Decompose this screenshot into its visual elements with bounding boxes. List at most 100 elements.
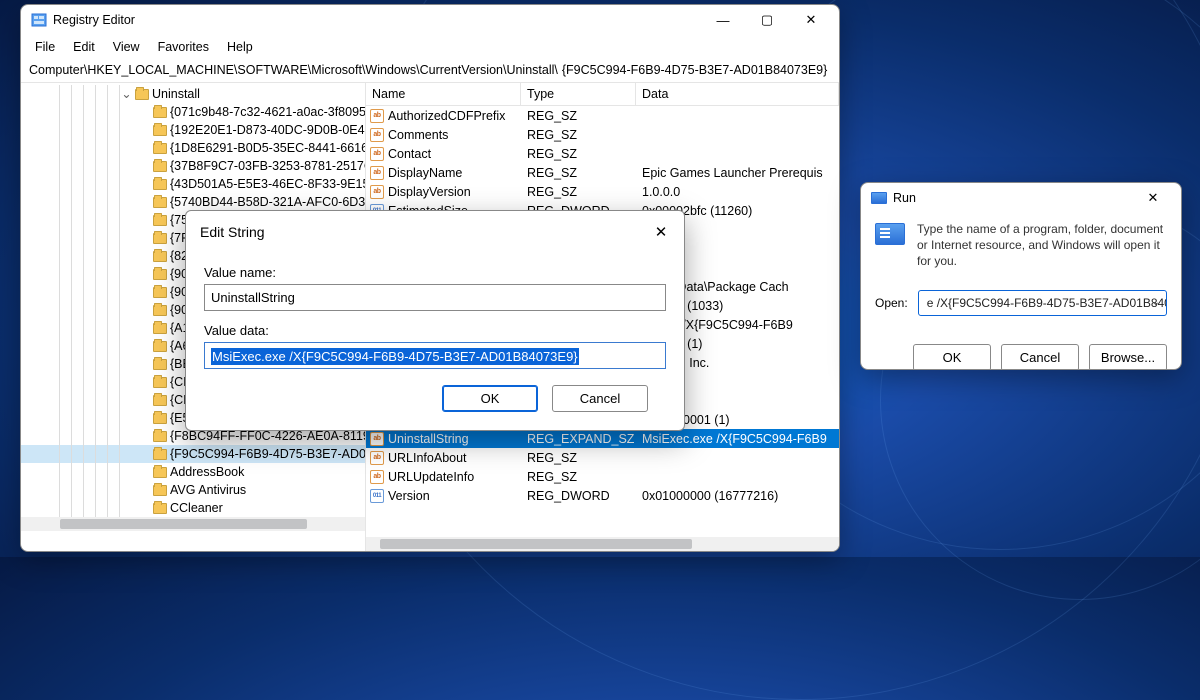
tree-item[interactable]: {1D8E6291-B0D5-35EC-8441-6616F5 [21,139,365,157]
folder-icon [153,215,167,226]
tree-item-label: AVG Antivirus [170,481,246,499]
close-icon[interactable]: ✕ [648,219,674,245]
tree-item[interactable]: CCleaner [21,499,365,517]
value-row[interactable]: DisplayVersionREG_SZ1.0.0.0 [366,182,839,201]
tree-item-label: {192E20E1-D873-40DC-9D0B-0E46E [170,121,366,139]
tree-item-label: {071c9b48-7c32-4621-a0ac-3f80952 [170,103,366,121]
folder-icon [153,251,167,262]
folder-icon [153,413,167,424]
chevron-down-icon[interactable]: ⌄ [1152,297,1160,308]
run-title: Run [893,191,916,205]
folder-icon [153,503,167,514]
value-type: REG_EXPAND_SZ [521,432,636,446]
value-name: URLInfoAbout [388,451,467,465]
maximize-button[interactable]: ▢ [745,5,789,35]
tree-item[interactable]: {F9C5C994-F6B9-4D75-B3E7-AD01B [21,445,365,463]
ok-button[interactable]: OK [442,385,538,412]
tree-item[interactable]: {43D501A5-E5E3-46EC-8F33-9E15D2 [21,175,365,193]
regedit-icon [31,12,47,28]
open-command-text: e /X{F9C5C994-F6B9-4D75-B3E7-AD01B84073E… [927,296,1167,310]
value-row[interactable]: DisplayNameREG_SZEpic Games Launcher Pre… [366,163,839,182]
folder-icon [153,485,167,496]
tree-item-label: {37B8F9C7-03FB-3253-8781-2517C9 [170,157,366,175]
tree-item[interactable]: {071c9b48-7c32-4621-a0ac-3f80952 [21,103,365,121]
menu-help[interactable]: Help [219,37,261,57]
value-string-icon [370,470,384,484]
menu-view[interactable]: View [105,37,148,57]
tree-label: Uninstall [152,85,200,103]
close-icon[interactable]: ✕ [1131,183,1175,213]
tree-item[interactable]: {192E20E1-D873-40DC-9D0B-0E46E [21,121,365,139]
value-name: UninstallString [388,432,469,446]
tree-item-label: {43D501A5-E5E3-46EC-8F33-9E15D2 [170,175,366,193]
cancel-button[interactable]: Cancel [1001,344,1079,370]
column-headers[interactable]: Name Type Data [366,83,839,106]
folder-icon [153,179,167,190]
tree-item-label: AddressBook [170,463,244,481]
regedit-title: Registry Editor [53,13,135,27]
value-type: REG_SZ [521,166,636,180]
value-name: Version [388,489,430,503]
folder-icon [153,107,167,118]
value-type: REG_SZ [521,185,636,199]
address-path: Computer\HKEY_LOCAL_MACHINE\SOFTWARE\Mic… [29,63,558,77]
tree-node-uninstall[interactable]: ⌄ Uninstall [21,85,365,103]
folder-icon [153,377,167,388]
tree-hscroll[interactable] [21,517,365,531]
col-type[interactable]: Type [521,83,636,105]
col-name[interactable]: Name [366,83,521,105]
folder-icon [153,143,167,154]
value-row[interactable]: CommentsREG_SZ [366,125,839,144]
cancel-button[interactable]: Cancel [552,385,648,412]
browse-button[interactable]: Browse... [1089,344,1167,370]
open-label: Open: [875,296,908,310]
value-row[interactable]: VersionREG_DWORD0x01000000 (16777216) [366,486,839,505]
value-name: AuthorizedCDFPrefix [388,109,505,123]
value-name-input[interactable] [204,284,666,311]
value-data: MsiExec.exe /X{F9C5C994-F6B9 [636,432,839,446]
value-type: REG_SZ [521,470,636,484]
value-row[interactable]: AuthorizedCDFPrefixREG_SZ [366,106,839,125]
tree-item-label: {1D8E6291-B0D5-35EC-8441-6616F5 [170,139,366,157]
folder-icon [153,449,167,460]
value-row[interactable]: ContactREG_SZ [366,144,839,163]
tree-item[interactable]: {5740BD44-B58D-321A-AFC0-6D3D [21,193,365,211]
folder-icon [153,341,167,352]
regedit-titlebar[interactable]: Registry Editor — ▢ ✕ [21,5,839,35]
values-hscroll[interactable] [366,537,839,551]
value-name: Contact [388,147,431,161]
folder-icon [153,359,167,370]
folder-icon [153,269,167,280]
ok-button[interactable]: OK [913,344,991,370]
menu-file[interactable]: File [27,37,63,57]
tree-item[interactable]: AVG Antivirus [21,481,365,499]
run-description: Type the name of a program, folder, docu… [917,221,1167,270]
value-row[interactable]: UninstallString REG_EXPAND_SZMsiExec.exe … [366,429,839,448]
col-data[interactable]: Data [636,83,839,105]
regedit-address-bar[interactable]: Computer\HKEY_LOCAL_MACHINE\SOFTWARE\Mic… [21,59,839,83]
value-string-icon [370,185,384,199]
value-row[interactable]: URLInfoAbout REG_SZ [366,448,839,467]
run-dialog: Run ✕ Type the name of a program, folder… [860,182,1182,370]
value-type: REG_SZ [521,451,636,465]
edit-string-title: Edit String [200,224,648,240]
edit-string-dialog: Edit String ✕ Value name: Value data: Ms… [185,210,685,431]
value-name: URLUpdateInfo [388,470,474,484]
tree-item[interactable]: {37B8F9C7-03FB-3253-8781-2517C9 [21,157,365,175]
regedit-menubar: FileEditViewFavoritesHelp [21,35,839,59]
menu-edit[interactable]: Edit [65,37,103,57]
value-string-icon [370,109,384,123]
folder-icon [153,125,167,136]
tree-item-label: {5740BD44-B58D-321A-AFC0-6D3D [170,193,366,211]
tree-item[interactable]: AddressBook [21,463,365,481]
value-data-input[interactable] [204,342,666,369]
open-combobox[interactable]: e /X{F9C5C994-F6B9-4D75-B3E7-AD01B84073E… [918,290,1167,316]
run-large-icon [875,223,905,245]
minimize-button[interactable]: — [701,5,745,35]
value-row[interactable]: URLUpdateInfo REG_SZ [366,467,839,486]
tree-item-label: {F9C5C994-F6B9-4D75-B3E7-AD01B [170,445,366,463]
close-button[interactable]: ✕ [789,5,833,35]
menu-favorites[interactable]: Favorites [150,37,217,57]
collapse-icon[interactable]: ⌄ [121,85,132,103]
folder-icon [153,467,167,478]
